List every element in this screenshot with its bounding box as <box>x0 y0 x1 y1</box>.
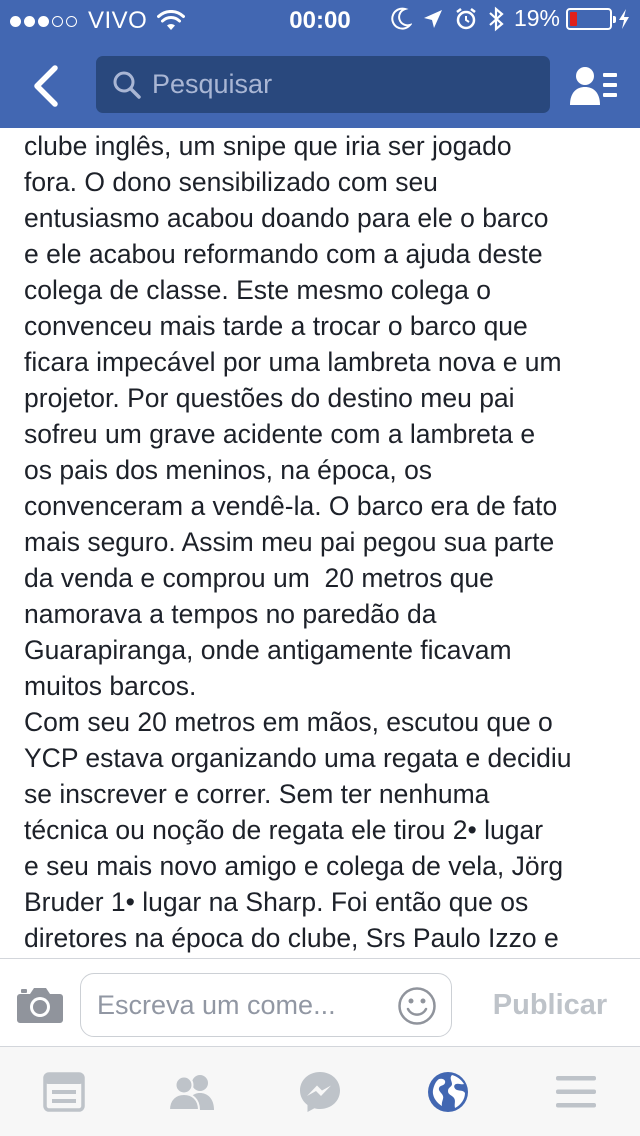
post-text-line: Guarapiranga, onde antigamente ficavam <box>24 635 512 665</box>
tab-friend-requests[interactable] <box>167 1069 217 1115</box>
post-text-line: mais seguro. Assim meu pai pegou sua par… <box>24 527 555 557</box>
post-text-line: fora. O dono sensibilizado com seu <box>24 167 438 197</box>
publish-button[interactable]: Publicar <box>470 985 630 1025</box>
battery-percent: 19% <box>513 5 560 31</box>
top-bar: VIVO 00:00 19% Pesquisar <box>0 0 640 128</box>
search-input[interactable] <box>152 69 512 100</box>
post-text-line: clube inglês, um snipe que iria ser joga… <box>24 131 512 161</box>
post-text-line: os pais dos meninos, na época, os <box>24 455 433 485</box>
post-text: clube inglês, um snipe que iria ser joga… <box>24 128 624 958</box>
post-text-line: sofreu um grave acidente com a lambreta … <box>24 419 536 449</box>
charging-bolt-icon <box>618 8 630 29</box>
friends-icon <box>167 1075 214 1111</box>
post-text-line: namorava a tempos no paredão da <box>24 599 437 629</box>
status-right: 19% <box>380 5 630 32</box>
post-text-line: convenceram a vendê-la. O barco era de f… <box>24 491 558 521</box>
comment-input[interactable] <box>97 989 397 1021</box>
post-text-line: e seu mais novo amigo e colega de vela, … <box>24 851 564 881</box>
tab-news-feed[interactable] <box>39 1069 89 1115</box>
post-text-line: se inscrever e correr. Sem ter nenhuma <box>24 779 490 809</box>
tab-notifications[interactable] <box>423 1069 473 1115</box>
battery-level-fill <box>570 11 577 26</box>
post-text-line: muitos barcos. <box>24 671 197 701</box>
status-bar: VIVO 00:00 19% <box>0 0 640 40</box>
battery-icon <box>566 7 616 30</box>
menu-icon <box>556 1076 596 1108</box>
comment-field[interactable] <box>80 973 452 1037</box>
post-text-line: projetor. Por questões do destino meu pa… <box>24 383 515 413</box>
tab-bar <box>0 1046 640 1136</box>
location-arrow-icon <box>422 8 444 30</box>
post-text-line: convenceu mais tarde a trocar o barco qu… <box>24 311 528 341</box>
navigation-bar <box>0 44 640 128</box>
smiley-icon <box>398 987 436 1025</box>
camera-icon <box>17 988 63 1023</box>
friends-list-button[interactable] <box>568 62 620 110</box>
post-text-line: diretores na época do clube, Srs Paulo I… <box>24 923 559 953</box>
post-text-line: Com seu 20 metros em mãos, escutou que o <box>24 707 553 737</box>
post-text-line: entusiasmo acabou doando para ele o barc… <box>24 203 549 233</box>
search-box[interactable] <box>96 56 550 113</box>
tab-messenger[interactable] <box>295 1069 345 1115</box>
news-feed-icon <box>43 1072 85 1112</box>
post-text-line: da venda e comprou um 20 metros que <box>24 563 494 593</box>
post-text-line: ficara impecável por uma lambreta nova e… <box>24 347 562 377</box>
tab-more[interactable] <box>551 1069 601 1115</box>
camera-button[interactable] <box>16 985 64 1025</box>
back-button[interactable] <box>22 62 70 110</box>
emoji-button[interactable] <box>397 986 437 1026</box>
friends-list-icon <box>570 67 617 105</box>
post-text-line: Bruder 1• lugar na Sharp. Foi então que … <box>24 887 529 917</box>
battery-nub <box>613 15 616 23</box>
bluetooth-icon <box>488 6 504 32</box>
post-text-line: YCP estava organizando uma regata e deci… <box>24 743 572 773</box>
messenger-icon <box>300 1072 340 1112</box>
post-text-line: técnica ou noção de regata ele tirou 2• … <box>24 815 544 845</box>
comment-bar: Publicar <box>0 958 640 1046</box>
globe-icon <box>428 1072 468 1112</box>
chevron-left-icon <box>34 65 58 107</box>
alarm-clock-icon <box>454 7 478 31</box>
moon-icon <box>390 7 412 31</box>
search-icon <box>112 70 142 100</box>
post-text-line: e ele acabou reformando com a ajuda dest… <box>24 239 543 269</box>
post-text-line: colega de classe. Este mesmo colega o <box>24 275 491 305</box>
